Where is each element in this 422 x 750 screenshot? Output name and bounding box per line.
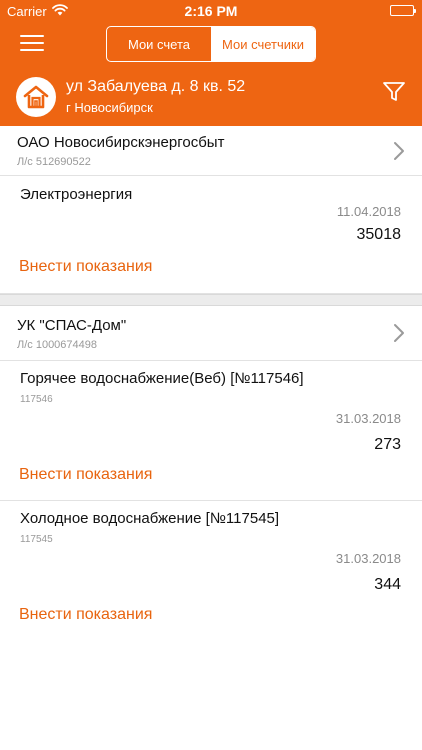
tab-my-meters[interactable]: Мои счетчики	[211, 27, 315, 61]
battery-icon	[390, 5, 416, 16]
meter-name: Холодное водоснабжение [№117545]	[20, 510, 280, 527]
status-time: 2:16 PM	[184, 3, 238, 19]
provider-row[interactable]: УК "СПАС-Дом" Л/с 1000674498	[0, 306, 422, 361]
meter-serial: 117545	[20, 534, 53, 545]
provider-row[interactable]: ОАО Новосибирскэнергосбыт Л/с 512690522	[0, 126, 422, 176]
provider-account: Л/с 1000674498	[17, 339, 98, 351]
section-divider	[0, 294, 422, 306]
meter-name: Горячее водоснабжение(Веб) [№117546]	[20, 370, 304, 387]
status-bar: Carrier 2:16 PM	[0, 0, 422, 22]
address-street: ул Забалуева д. 8 кв. 52	[66, 78, 246, 95]
meter-date: 31.03.2018	[335, 551, 401, 566]
address-bar: ул Забалуева д. 8 кв. 52 г Новосибирск	[0, 72, 422, 126]
chevron-right-icon	[392, 140, 406, 162]
meter-value: 273	[374, 436, 401, 453]
header: Carrier 2:16 PM Мои счета Мои счетчики у…	[0, 0, 422, 126]
hamburger-menu-icon[interactable]	[20, 35, 46, 53]
enter-readings-button[interactable]: Внести показания	[19, 466, 152, 484]
meter-value: 35018	[356, 226, 402, 243]
enter-readings-button[interactable]: Внести показания	[19, 606, 152, 624]
meter-card: Горячее водоснабжение(Веб) [№117546] 117…	[0, 361, 422, 501]
meter-serial: 117546	[20, 394, 53, 405]
segmented-control: Мои счета Мои счетчики	[106, 26, 316, 62]
enter-readings-button[interactable]: Внести показания	[19, 258, 152, 276]
tab-my-accounts[interactable]: Мои счета	[107, 27, 211, 61]
meter-value: 344	[374, 576, 401, 593]
filter-icon[interactable]	[382, 80, 406, 104]
provider-account: Л/с 512690522	[17, 156, 91, 168]
meter-date: 31.03.2018	[335, 411, 401, 426]
address-city: г Новосибирск	[66, 100, 153, 115]
house-logo-icon	[16, 77, 56, 117]
nav-bar: Мои счета Мои счетчики	[0, 22, 422, 66]
provider-name: УК "СПАС-Дом"	[17, 317, 127, 334]
chevron-right-icon	[392, 322, 406, 344]
meter-date: 11.04.2018	[336, 204, 401, 219]
provider-name: ОАО Новосибирскэнергосбыт	[17, 134, 225, 151]
meter-card: Электроэнергия 11.04.2018 35018 Внести п…	[0, 176, 422, 294]
meter-name: Электроэнергия	[20, 186, 133, 203]
meter-card: Холодное водоснабжение [№117545] 117545 …	[0, 501, 422, 641]
